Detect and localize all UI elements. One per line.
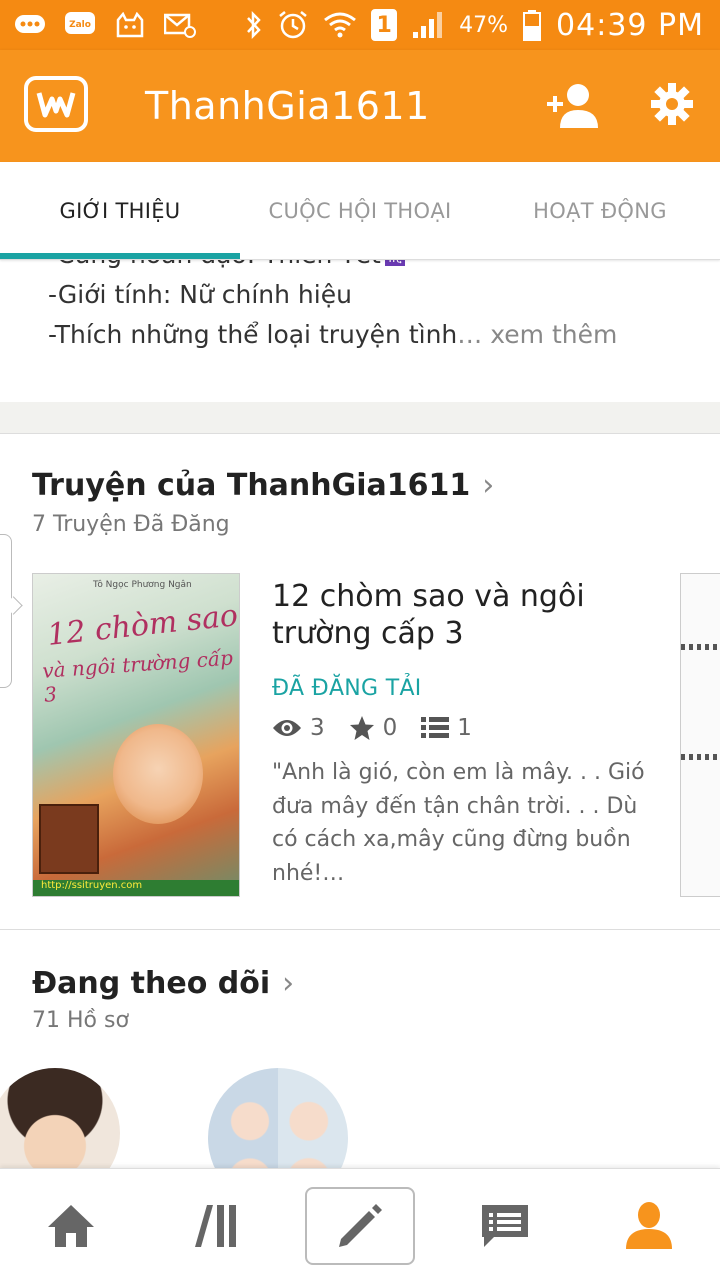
chevron-right-icon: › [482, 468, 495, 503]
messages-icon [482, 1205, 528, 1247]
tab-activity[interactable]: HOẠT ĐỘNG [480, 162, 720, 260]
story-stats: 3 0 1 [272, 712, 496, 744]
battery-percent: 47% [459, 12, 509, 38]
bottom-navigation [0, 1168, 720, 1280]
nav-home[interactable] [16, 1187, 126, 1265]
story-cover[interactable]: Tô Ngọc Phương Ngân 12 chòm sao và ngôi … [32, 573, 240, 897]
alarm-icon [279, 11, 307, 39]
messages-icon [14, 11, 46, 39]
zalo-icon: Zalo [64, 11, 96, 39]
section-divider [0, 402, 720, 434]
zalo-label: Zalo [69, 20, 91, 30]
home-icon [48, 1205, 94, 1247]
side-drawer-handle[interactable] [0, 534, 12, 688]
wifi-icon [324, 12, 357, 38]
section-divider-line [0, 929, 720, 930]
profile-tabs: GIỚI THIỆU CUỘC HỘI THOẠI HOẠT ĐỘNG [0, 162, 720, 260]
tab-about[interactable]: GIỚI THIỆU [0, 162, 240, 260]
library-icon [195, 1205, 236, 1247]
mail-icon [164, 11, 196, 39]
tab-conversations[interactable]: CUỘC HỘI THOẠI [240, 162, 480, 260]
votes-stat: 0 [349, 715, 397, 741]
about-likes-line: -Thích những thể loại truyện tình… xem t… [48, 320, 618, 349]
nav-write[interactable] [305, 1187, 415, 1265]
clock: 04:39 PM [556, 7, 704, 43]
stories-count: 7 Truyện Đã Đăng [32, 512, 230, 537]
signal-icon [413, 12, 443, 38]
profile-icon [626, 1202, 672, 1249]
status-bar: Zalo 1 47% 04:39 PM [0, 0, 720, 50]
stories-section-header[interactable]: Truyện của ThanhGia1611 › [32, 468, 494, 503]
stories-section-title: Truyện của ThanhGia1611 [32, 468, 471, 503]
story-title[interactable]: 12 chòm sao và ngôi trường cấp 3 [272, 578, 632, 652]
bluetooth-icon [247, 10, 261, 40]
star-icon [349, 716, 374, 740]
following-section-header[interactable]: Đang theo dõi › [32, 966, 294, 1001]
list-icon [421, 717, 450, 738]
wattpad-logo-icon[interactable] [24, 76, 88, 132]
story-description: "Anh là gió, còn em là mây. . . Gió đưa … [272, 760, 645, 886]
cover-title-text: 12 chòm sao [45, 598, 240, 653]
notification-icons: Zalo [14, 8, 196, 42]
active-tab-indicator [0, 253, 240, 259]
chevron-right-icon: › [282, 966, 295, 1001]
settings-icon[interactable] [650, 82, 694, 126]
cover-book-illustration [39, 804, 99, 874]
parts-stat: 1 [421, 715, 472, 741]
eye-icon [273, 720, 301, 736]
sim-indicator: 1 [371, 9, 398, 41]
write-icon [339, 1204, 382, 1247]
reads-stat: 3 [272, 715, 325, 741]
following-section-title: Đang theo dõi [32, 966, 271, 1001]
cat-icon [114, 11, 146, 39]
see-more-link[interactable]: xem thêm [490, 320, 617, 349]
about-gender-line: -Giới tính: Nữ chính hiệu [48, 280, 352, 309]
battery-icon [523, 10, 542, 41]
nav-profile[interactable] [594, 1187, 704, 1265]
cover-illustration [113, 724, 203, 824]
next-story-card[interactable] [680, 573, 720, 897]
system-status: 1 47% 04:39 PM [245, 0, 704, 50]
app-bar: ThanhGia1611 [0, 50, 720, 162]
story-status: ĐÃ ĐĂNG TẢI [272, 676, 422, 701]
following-count: 71 Hồ sơ [32, 1008, 129, 1033]
profile-username: ThanhGia1611 [145, 84, 430, 128]
nav-library[interactable] [162, 1187, 272, 1265]
follow-user-button[interactable] [546, 82, 602, 130]
nav-messages[interactable] [450, 1187, 560, 1265]
